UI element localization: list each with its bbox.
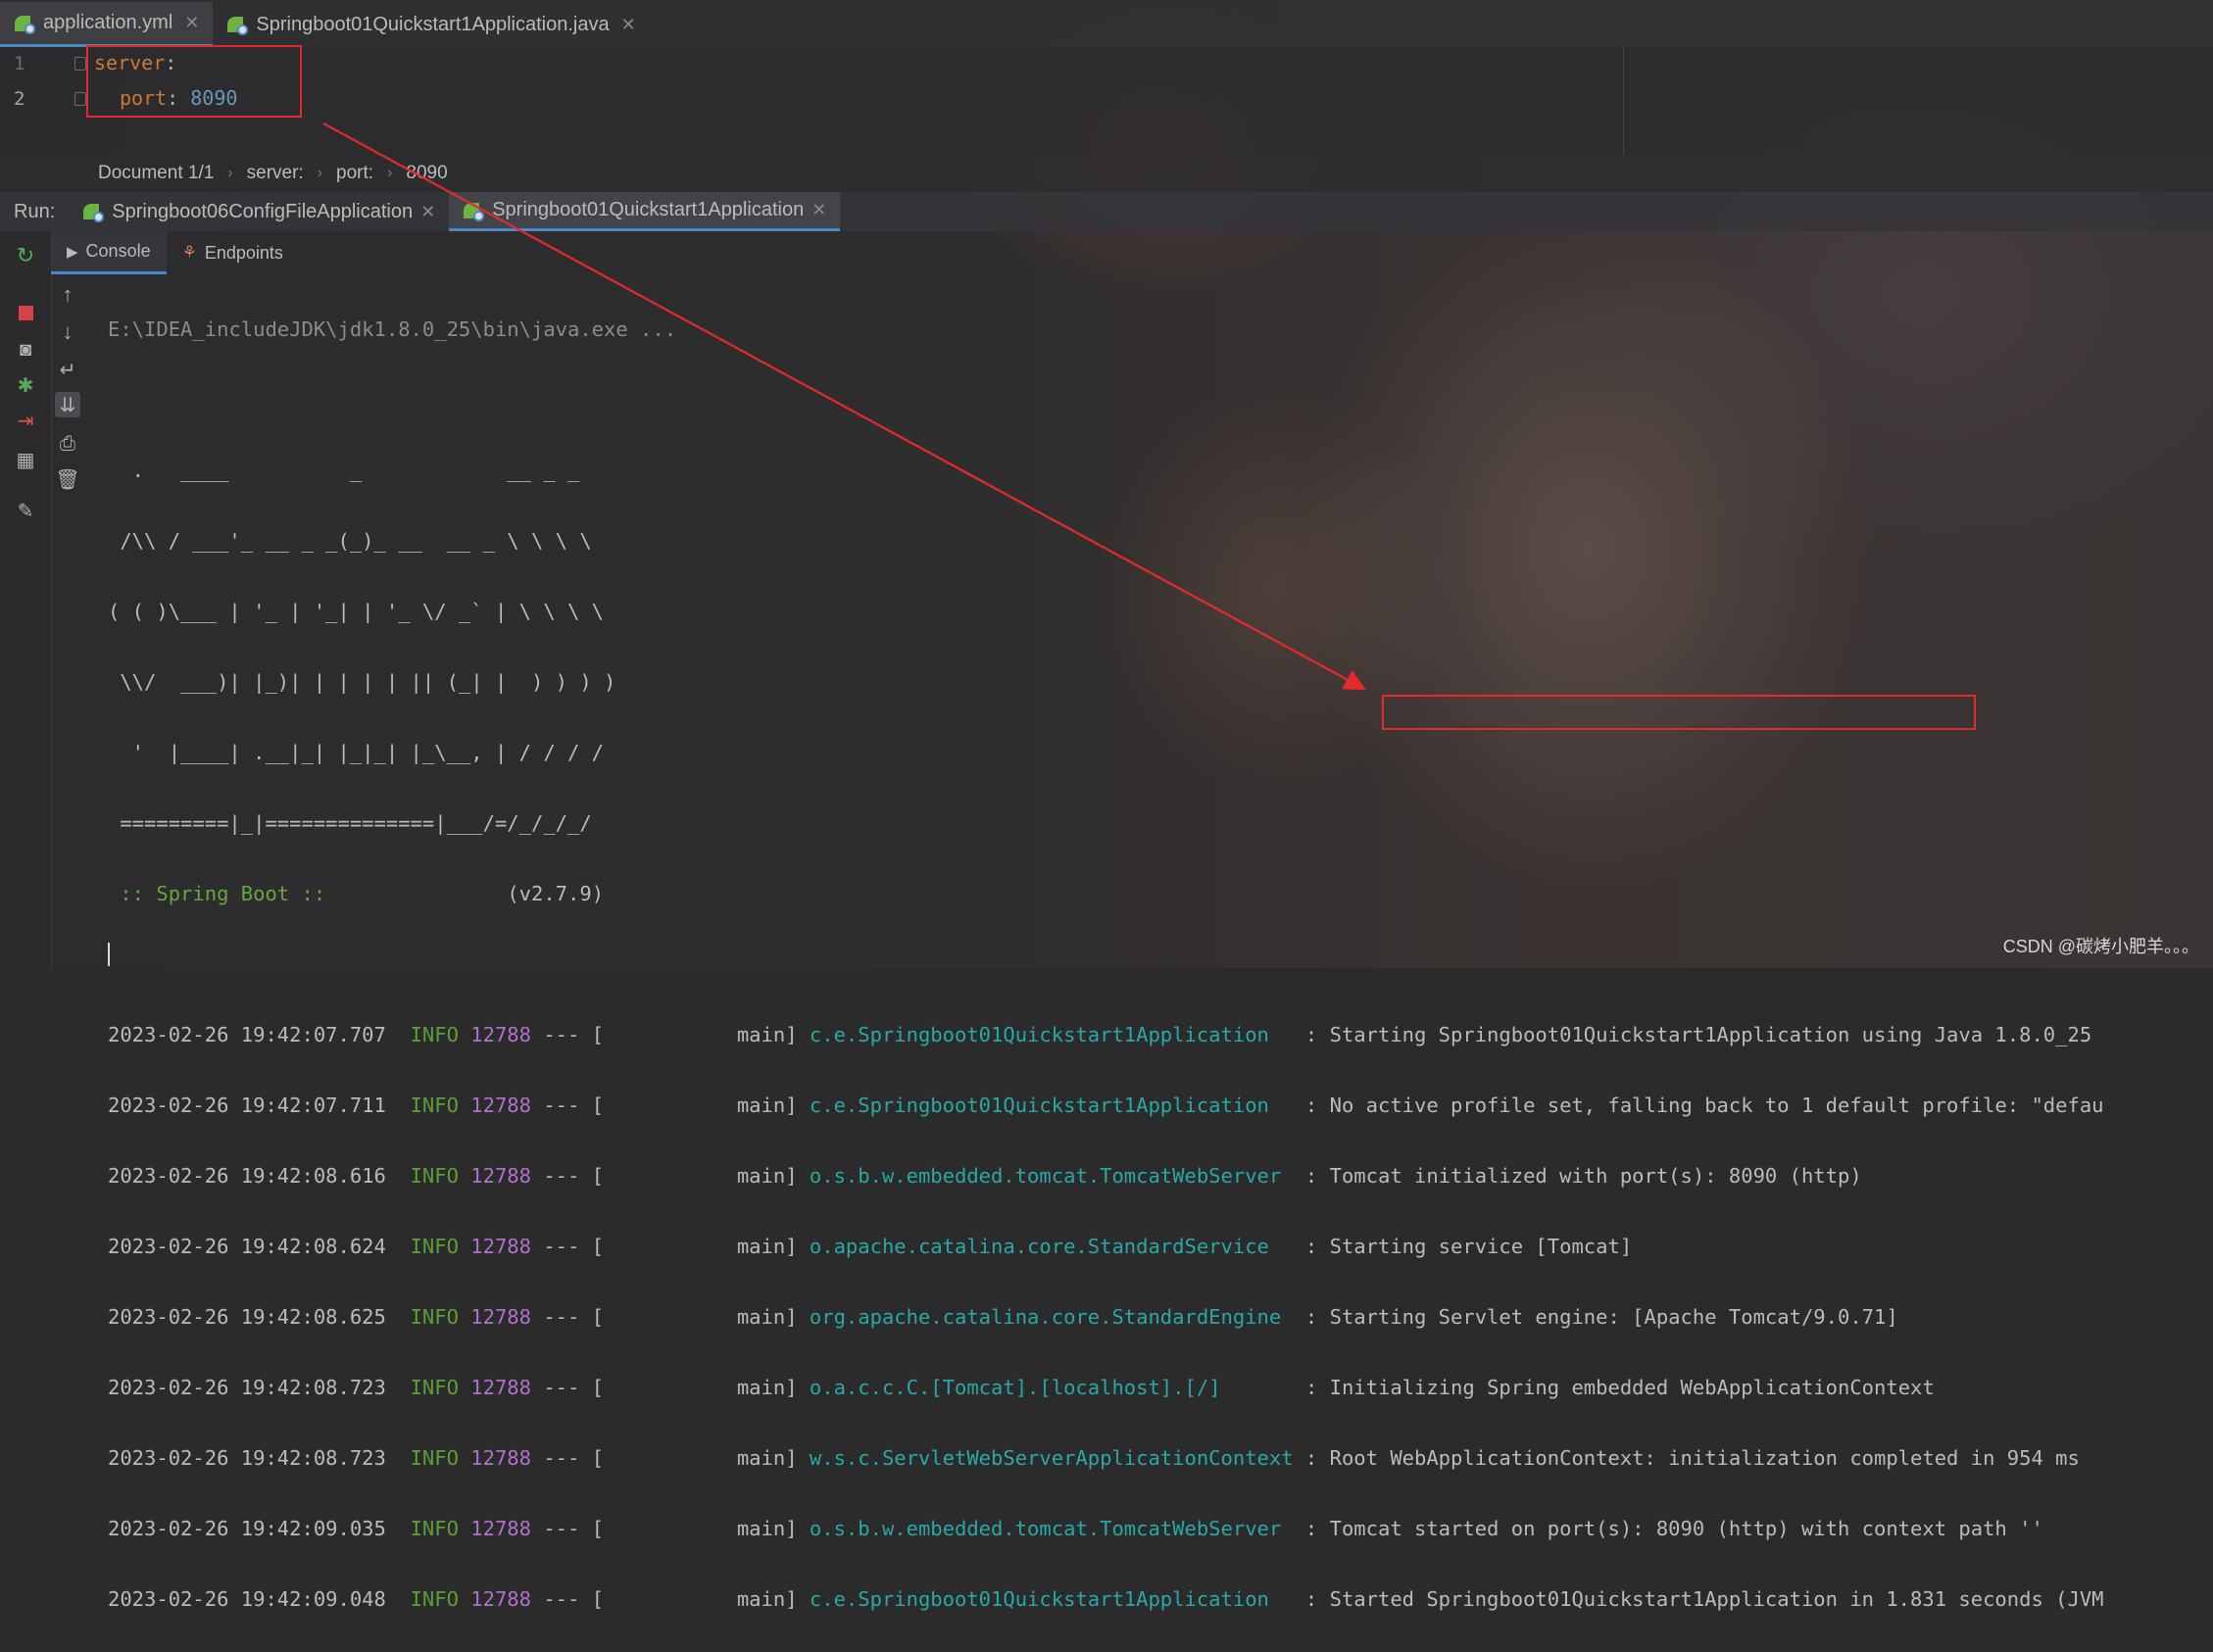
log-sep: --- [ bbox=[543, 1093, 605, 1117]
log-message: : Starting Springboot01Quickstart1Applic… bbox=[1304, 1023, 2092, 1046]
log-line: 2023-02-26 19:42:08.723 INFO 12788 --- [… bbox=[108, 1440, 2104, 1476]
log-logger: c.e.Springboot01Quickstart1Application bbox=[809, 1023, 1269, 1046]
log-level: INFO bbox=[410, 1446, 459, 1470]
watermark: CSDN @碳烤小肥羊。。。 bbox=[2002, 937, 2199, 956]
log-pid: 12788 bbox=[470, 1587, 531, 1611]
arrow-line bbox=[322, 122, 1366, 691]
log-message: : No active profile set, falling back to… bbox=[1304, 1093, 2104, 1117]
log-sep: --- [ bbox=[543, 1446, 605, 1470]
log-thread: main] bbox=[736, 1023, 798, 1046]
log-message: : Tomcat started on port(s): 8090 (http)… bbox=[1304, 1517, 2043, 1540]
log-line: 2023-02-26 19:42:09.035 INFO 12788 --- [… bbox=[108, 1511, 2104, 1546]
log-line: 2023-02-26 19:42:07.711 INFO 12788 --- [… bbox=[108, 1088, 2104, 1123]
log-level: INFO bbox=[410, 1164, 459, 1188]
log-level: INFO bbox=[410, 1023, 459, 1046]
log-message: : Initializing Spring embedded WebApplic… bbox=[1304, 1376, 1935, 1399]
log-line: 2023-02-26 19:42:08.616 INFO 12788 --- [… bbox=[108, 1158, 2104, 1193]
log-line: 2023-02-26 19:42:09.048 INFO 12788 --- [… bbox=[108, 1581, 2104, 1617]
log-timestamp: 2023-02-26 19:42:07.707 bbox=[108, 1023, 386, 1046]
log-line: 2023-02-26 19:42:08.625 INFO 12788 --- [… bbox=[108, 1299, 2104, 1335]
log-sep: --- [ bbox=[543, 1164, 605, 1188]
log-sep: --- [ bbox=[543, 1587, 605, 1611]
log-pid: 12788 bbox=[470, 1235, 531, 1258]
log-line: 2023-02-26 19:42:08.723 INFO 12788 --- [… bbox=[108, 1370, 2104, 1405]
log-logger: o.a.c.c.C.[Tomcat].[localhost].[/] bbox=[809, 1376, 1221, 1399]
log-line: 2023-02-26 19:42:08.624 INFO 12788 --- [… bbox=[108, 1229, 2104, 1264]
log-message: : Starting Servlet engine: [Apache Tomca… bbox=[1304, 1305, 1898, 1329]
log-pid: 12788 bbox=[470, 1093, 531, 1117]
log-timestamp: 2023-02-26 19:42:08.625 bbox=[108, 1305, 386, 1329]
log-pid: 12788 bbox=[470, 1376, 531, 1399]
log-sep: --- [ bbox=[543, 1305, 605, 1329]
log-thread: main] bbox=[736, 1587, 798, 1611]
log-timestamp: 2023-02-26 19:42:08.723 bbox=[108, 1446, 386, 1470]
log-thread: main] bbox=[736, 1305, 798, 1329]
log-message: : Tomcat initialized with port(s): 8090 … bbox=[1304, 1164, 1862, 1188]
log-thread: main] bbox=[736, 1093, 798, 1117]
log-sep: --- [ bbox=[543, 1376, 605, 1399]
log-thread: main] bbox=[736, 1164, 798, 1188]
log-logger: org.apache.catalina.core.StandardEngine bbox=[809, 1305, 1282, 1329]
log-logger: c.e.Springboot01Quickstart1Application bbox=[809, 1093, 1269, 1117]
log-pid: 12788 bbox=[470, 1517, 531, 1540]
log-thread: main] bbox=[736, 1235, 798, 1258]
log-logger: o.apache.catalina.core.StandardService bbox=[809, 1235, 1269, 1258]
log-line: 2023-02-26 19:42:07.707 INFO 12788 --- [… bbox=[108, 1017, 2104, 1052]
annotation-arrow bbox=[322, 122, 1366, 691]
log-message: : Root WebApplicationContext: initializa… bbox=[1304, 1446, 2080, 1470]
log-pid: 12788 bbox=[470, 1164, 531, 1188]
log-logger: w.s.c.ServletWebServerApplicationContext bbox=[809, 1446, 1294, 1470]
log-thread: main] bbox=[736, 1446, 798, 1470]
log-timestamp: 2023-02-26 19:42:09.035 bbox=[108, 1517, 386, 1540]
log-level: INFO bbox=[410, 1376, 459, 1399]
log-sep: --- [ bbox=[543, 1517, 605, 1540]
log-message: : Starting service [Tomcat] bbox=[1304, 1235, 1633, 1258]
log-timestamp: 2023-02-26 19:42:07.711 bbox=[108, 1093, 386, 1117]
log-sep: --- [ bbox=[543, 1023, 605, 1046]
log-level: INFO bbox=[410, 1517, 459, 1540]
log-thread: main] bbox=[736, 1517, 798, 1540]
log-level: INFO bbox=[410, 1235, 459, 1258]
log-thread: main] bbox=[736, 1376, 798, 1399]
log-timestamp: 2023-02-26 19:42:08.624 bbox=[108, 1235, 386, 1258]
log-level: INFO bbox=[410, 1093, 459, 1117]
log-logger: c.e.Springboot01Quickstart1Application bbox=[809, 1587, 1269, 1611]
log-timestamp: 2023-02-26 19:42:08.723 bbox=[108, 1376, 386, 1399]
log-level: INFO bbox=[410, 1305, 459, 1329]
log-sep: --- [ bbox=[543, 1235, 605, 1258]
log-pid: 12788 bbox=[470, 1446, 531, 1470]
log-timestamp: 2023-02-26 19:42:09.048 bbox=[108, 1587, 386, 1611]
log-timestamp: 2023-02-26 19:42:08.616 bbox=[108, 1164, 386, 1188]
log-logger: o.s.b.w.embedded.tomcat.TomcatWebServer bbox=[809, 1164, 1282, 1188]
log-logger: o.s.b.w.embedded.tomcat.TomcatWebServer bbox=[809, 1517, 1282, 1540]
log-level: INFO bbox=[410, 1587, 459, 1611]
log-pid: 12788 bbox=[470, 1023, 531, 1046]
log-pid: 12788 bbox=[470, 1305, 531, 1329]
log-message: : Started Springboot01Quickstart1Applica… bbox=[1304, 1587, 2104, 1611]
